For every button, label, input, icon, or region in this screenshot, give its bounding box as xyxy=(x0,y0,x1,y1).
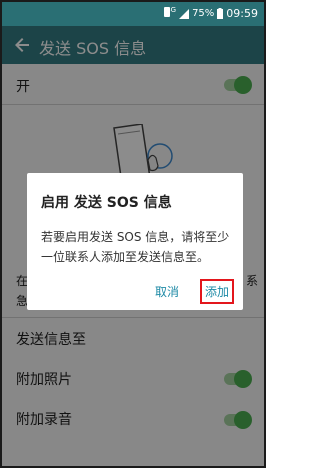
dialog-message: 若要启用发送 SOS 信息，请将至少一位联系人添加至发送信息至。 xyxy=(41,230,230,264)
status-bar: 4G 75% 09:59 xyxy=(2,2,264,26)
status-right: 4G 75% 09:59 xyxy=(166,6,258,21)
battery-icon xyxy=(217,8,224,19)
cancel-button[interactable]: 取消 xyxy=(155,283,179,300)
enable-sos-dialog: 启用 发送 SOS 信息 若要启用发送 SOS 信息，请将至少一位联系人添加至发… xyxy=(27,173,243,310)
signal-icon xyxy=(179,8,190,19)
dialog-title: 启用 发送 SOS 信息 xyxy=(41,195,172,211)
phone-frame: 4G 75% 09:59 发送 SOS 信息 开 在 急 系 发送信息至 附加照… xyxy=(0,0,266,468)
clock: 09:59 xyxy=(226,7,258,20)
network-type: 4G xyxy=(166,6,177,14)
battery-percent: 75% xyxy=(192,8,215,19)
add-button[interactable]: 添加 xyxy=(200,279,235,304)
